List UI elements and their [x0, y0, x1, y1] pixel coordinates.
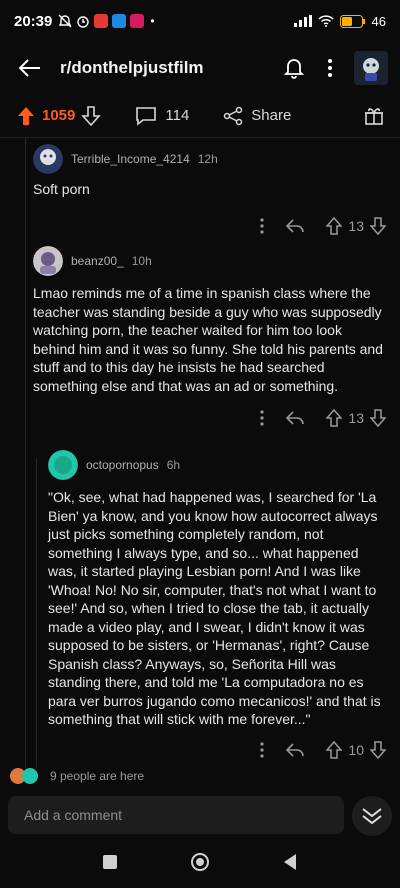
share-label: Share: [251, 107, 292, 124]
comment-body: Soft porn: [33, 181, 90, 197]
comments-button[interactable]: 114: [135, 106, 189, 126]
comment-bubble-icon: [136, 106, 157, 126]
comment-username[interactable]: beanz00_: [71, 254, 124, 268]
add-comment-input[interactable]: Add a comment: [8, 796, 344, 834]
post-vote-count: 1059: [42, 107, 76, 124]
comment-1: Terrible_Income_4214 12h Soft porn 13: [33, 144, 386, 235]
battery-level: 46: [371, 13, 386, 29]
share-icon: [224, 106, 243, 125]
more-options-button[interactable]: [312, 50, 348, 86]
gift-icon: [365, 107, 383, 125]
comment-thread: Terrible_Income_4214 12h Soft porn 13 be…: [0, 138, 400, 768]
award-button[interactable]: [364, 106, 384, 126]
signal-icon: [293, 15, 312, 27]
avatar[interactable]: [48, 450, 78, 480]
wifi-icon: [318, 15, 334, 27]
comment-count: 114: [165, 107, 190, 124]
more-icon: [328, 59, 332, 77]
system-nav-bar: [0, 836, 400, 888]
nested-thread-line: [36, 458, 37, 768]
reply-icon[interactable]: [286, 218, 305, 234]
upvote-icon[interactable]: [326, 740, 343, 759]
avatar[interactable]: [33, 144, 63, 174]
downvote-icon[interactable]: [370, 740, 386, 759]
downvote-icon[interactable]: [370, 216, 386, 235]
upvote-icon[interactable]: [326, 216, 343, 235]
share-button[interactable]: Share: [223, 106, 291, 126]
back-arrow-icon: [19, 59, 40, 77]
thread-line: [25, 138, 26, 768]
mute-icon: [58, 14, 72, 28]
comment-username[interactable]: octopornopus: [86, 458, 159, 472]
app-notification-icon-3: [130, 14, 145, 28]
avatar[interactable]: [354, 51, 388, 85]
presence-avatars: [10, 766, 44, 786]
comment-username[interactable]: Terrible_Income_4214: [71, 152, 190, 166]
downvote-icon[interactable]: [81, 105, 102, 126]
upvote-icon[interactable]: [326, 409, 343, 427]
status-notification-icons: •: [58, 14, 155, 28]
more-icon[interactable]: [260, 217, 265, 234]
comment-age: 12h: [197, 152, 218, 166]
alarm-icon: [77, 16, 90, 28]
next-comment-button[interactable]: [352, 796, 392, 836]
comment-actions: 13: [33, 409, 386, 427]
battery-icon: [339, 14, 365, 28]
presence-indicator: 9 people are here: [10, 766, 144, 786]
bell-icon: [284, 59, 304, 79]
comment-vote-count: 10: [348, 741, 364, 758]
reply-icon[interactable]: [286, 742, 305, 758]
comment-body: Lmao reminds me of a time in spanish cla…: [33, 285, 383, 394]
upvote-icon[interactable]: [16, 106, 36, 126]
app-notification-icon-2: [112, 14, 127, 28]
comment-body: "Ok, see, what had happened was, I searc…: [48, 489, 381, 727]
post-votes: 1059: [16, 105, 102, 126]
app-notification-icon-1: [94, 14, 109, 28]
comment-header: Terrible_Income_4214 12h: [33, 144, 386, 174]
more-icon[interactable]: [260, 741, 265, 758]
status-time: 20:39: [14, 12, 53, 30]
recents-icon[interactable]: [102, 854, 118, 870]
comment-actions: 10: [48, 740, 386, 759]
status-bar: 20:39 • 46: [0, 0, 400, 42]
comment-3: octopornopus 6h "Ok, see, what had happe…: [48, 450, 386, 759]
comment-votes: 10: [326, 740, 386, 759]
subreddit-title[interactable]: r/donthelpjustfilm: [60, 58, 276, 78]
presence-text: 9 people are here: [50, 769, 145, 783]
comment-vote-count: 13: [348, 217, 364, 234]
comment-age: 6h: [166, 458, 181, 472]
add-comment-placeholder: Add a comment: [24, 807, 123, 823]
top-bar: r/donthelpjustfilm: [0, 42, 400, 94]
comment-header: octopornopus 6h: [48, 450, 386, 480]
back-triangle-icon[interactable]: [282, 853, 298, 871]
comment-vote-count: 13: [348, 410, 364, 426]
avatar[interactable]: [33, 246, 63, 276]
home-icon[interactable]: [190, 852, 210, 872]
post-action-bar: 1059 114 Share: [0, 94, 400, 138]
double-chevron-down-icon: [362, 808, 382, 825]
notifications-button[interactable]: [276, 50, 312, 86]
more-icon[interactable]: [260, 410, 265, 426]
comment-age: 10h: [131, 254, 152, 268]
comment-actions: 13: [33, 216, 386, 235]
comment-votes: 13: [326, 409, 386, 427]
comment-2: beanz00_ 10h Lmao reminds me of a time i…: [33, 246, 386, 427]
comment-header: beanz00_ 10h: [33, 246, 386, 276]
downvote-icon[interactable]: [370, 409, 386, 427]
back-button[interactable]: [12, 50, 48, 86]
avatar: [22, 768, 38, 784]
dot-icon: •: [150, 14, 155, 28]
snoo-avatar-icon: [363, 58, 379, 81]
comment-votes: 13: [326, 216, 386, 235]
reply-icon[interactable]: [286, 410, 305, 426]
